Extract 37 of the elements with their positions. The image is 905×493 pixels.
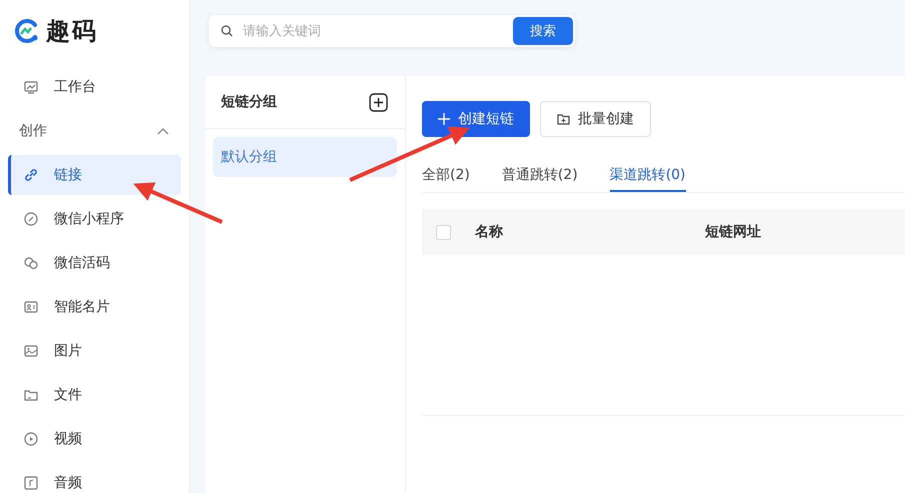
select-all-checkbox[interactable] — [436, 224, 451, 240]
panel-title: 短链分组 — [221, 93, 277, 111]
section-label: 创作 — [19, 122, 47, 140]
sidebar-item[interactable]: 工作台 — [8, 67, 181, 107]
logo-icon — [14, 18, 40, 44]
sidebar-item[interactable]: 微信小程序 — [8, 199, 181, 239]
compass-icon — [23, 211, 39, 227]
column-header: 名称 — [475, 223, 504, 241]
filter-tab[interactable]: 渠道跳转(0) — [610, 157, 686, 192]
plus-icon — [438, 113, 450, 125]
chevron-up-icon[interactable] — [157, 127, 169, 135]
play-circle-icon — [23, 431, 39, 447]
filter-tab[interactable]: 普通跳转(2) — [502, 157, 578, 192]
chat-bubbles-icon — [23, 255, 39, 271]
search-button[interactable]: 搜索 — [513, 17, 573, 45]
brand-name: 趣码 — [46, 16, 98, 47]
group-item[interactable]: 默认分组 — [213, 137, 397, 177]
sidebar-item[interactable]: 文件 — [8, 375, 181, 415]
sidebar-item[interactable]: 微信活码 — [8, 243, 181, 283]
search-field[interactable]: 请输入关键词 搜索 — [209, 15, 575, 47]
image-icon — [23, 343, 39, 359]
column-header: 短链网址 — [705, 223, 762, 241]
search-icon — [221, 25, 233, 37]
create-button[interactable]: 创建短链 — [422, 101, 530, 137]
sidebar-item[interactable]: 音频 — [8, 463, 181, 493]
id-card-icon — [23, 299, 39, 315]
filter-tab[interactable]: 全部(2) — [422, 157, 470, 192]
link-icon — [23, 167, 39, 183]
sidebar-item[interactable]: 图片 — [8, 331, 181, 371]
monitor-chart-icon — [23, 79, 39, 95]
sidebar-item[interactable]: 智能名片 — [8, 287, 181, 327]
music-note-icon — [23, 475, 39, 491]
folder-plus-icon — [557, 114, 570, 124]
sidebar-item[interactable]: 链接 — [8, 155, 181, 195]
sidebar-item[interactable]: 视频 — [8, 419, 181, 459]
add-group-icon[interactable] — [369, 92, 388, 112]
batch-create-button[interactable]: 批量创建 — [540, 101, 651, 137]
